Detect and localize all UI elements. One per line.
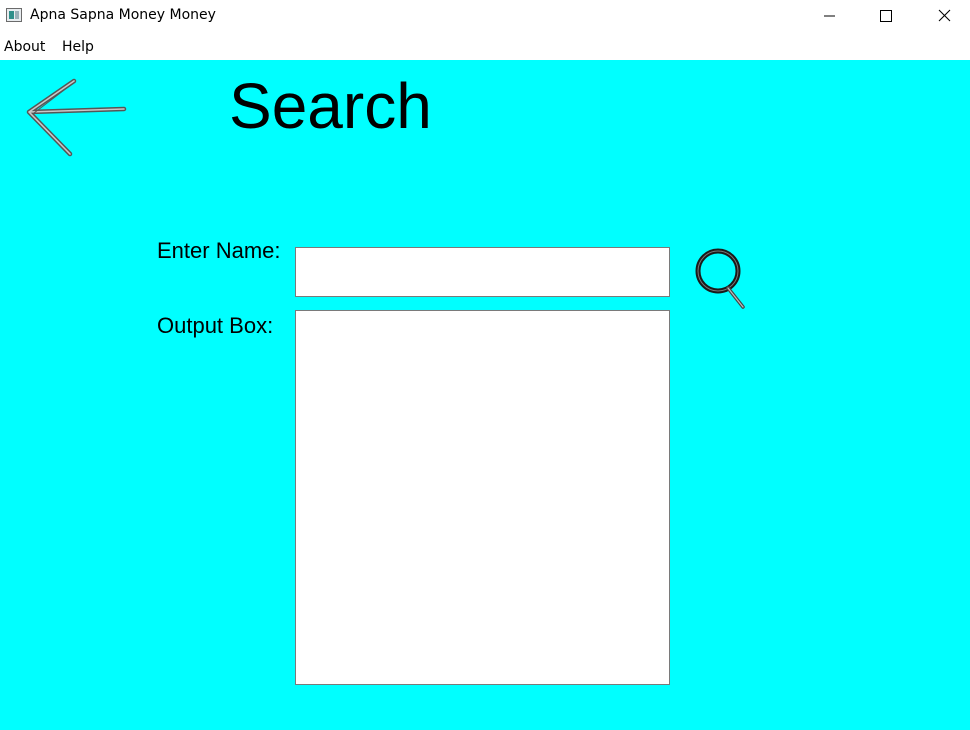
app-window: Apna Sapna Money Money About Help Search… [0, 0, 970, 730]
output-label: Output Box: [157, 313, 274, 338]
minimize-button[interactable] [806, 0, 852, 32]
back-arrow-icon [26, 78, 127, 157]
page-title: Search [229, 70, 432, 142]
menu-item-about[interactable]: About [4, 39, 45, 55]
search-icon [695, 248, 745, 309]
title-bar[interactable]: Apna Sapna Money Money [0, 0, 970, 32]
name-input[interactable] [295, 247, 670, 297]
menu-bar: About Help [0, 32, 970, 60]
name-label: Enter Name: [157, 238, 281, 263]
window-title: Apna Sapna Money Money [30, 7, 216, 23]
output-box[interactable] [295, 310, 670, 685]
maximize-icon [880, 10, 892, 22]
menu-item-help[interactable]: Help [62, 39, 94, 55]
maximize-button[interactable] [863, 0, 909, 32]
close-icon [938, 9, 951, 22]
minimize-icon [824, 15, 835, 17]
app-icon [6, 8, 22, 22]
search-button[interactable] [694, 248, 748, 312]
close-button[interactable] [921, 0, 967, 32]
search-page: Search Enter Name: Output Box: [0, 60, 970, 730]
back-button[interactable] [24, 78, 132, 158]
